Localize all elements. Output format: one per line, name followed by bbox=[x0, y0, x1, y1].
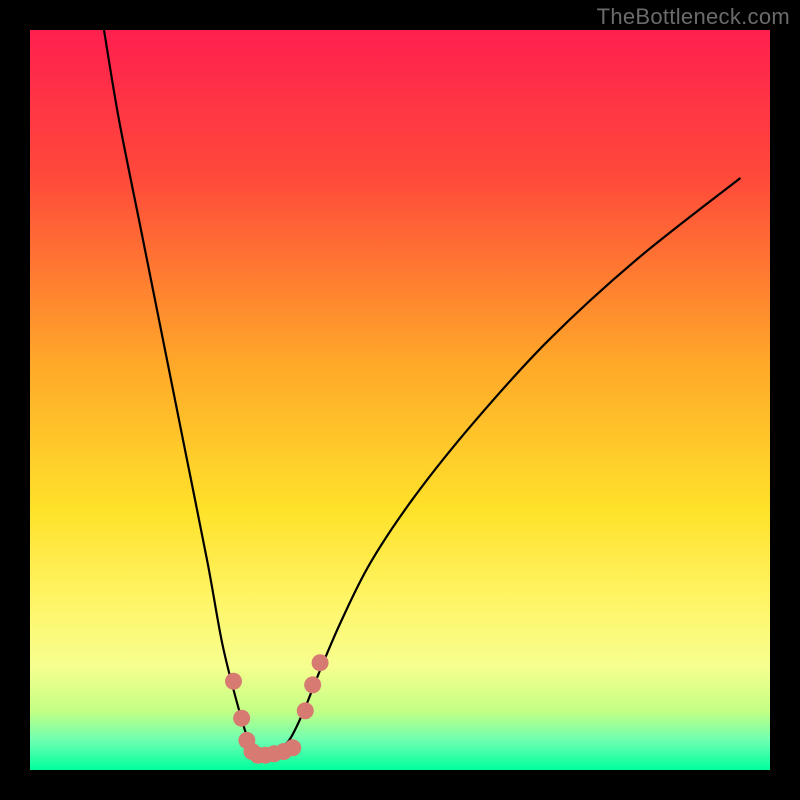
chart-frame: TheBottleneck.com bbox=[0, 0, 800, 800]
data-marker bbox=[284, 739, 301, 756]
plot-background bbox=[30, 30, 770, 770]
data-marker bbox=[233, 710, 250, 727]
data-marker bbox=[225, 673, 242, 690]
data-marker bbox=[312, 654, 329, 671]
watermark-text: TheBottleneck.com bbox=[597, 4, 790, 30]
bottleneck-chart bbox=[0, 0, 800, 800]
data-marker bbox=[304, 676, 321, 693]
data-marker bbox=[297, 702, 314, 719]
